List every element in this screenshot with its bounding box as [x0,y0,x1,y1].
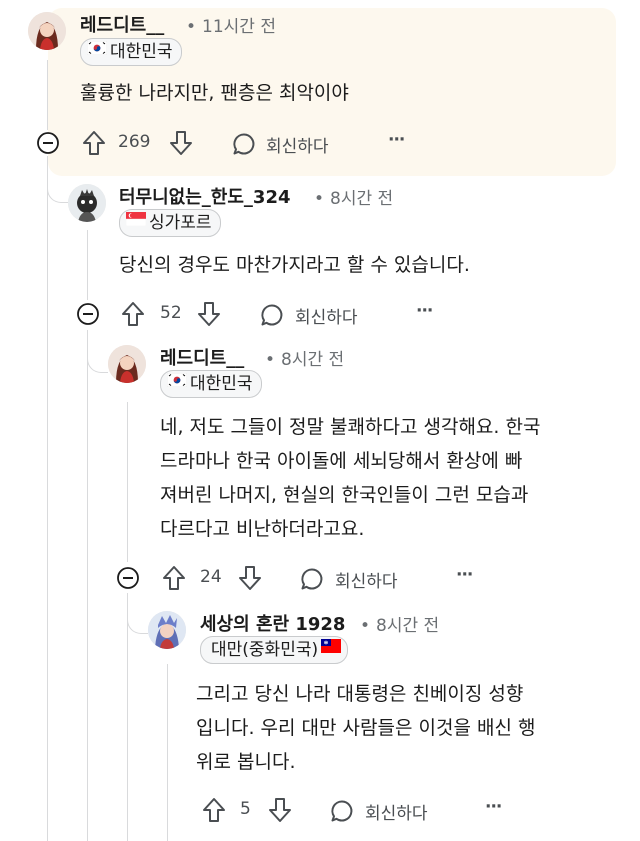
user-flair: 대만(중화민국) [200,635,349,664]
reply-button[interactable]: 회신하다 [295,303,358,328]
username[interactable]: 터무니없는_한도_324 [119,183,291,209]
user-flair: 대한민국 [80,38,182,66]
timestamp: • 8시간 전 [265,350,345,370]
thread-connector [87,330,108,373]
reply-icon[interactable] [300,567,324,595]
upvote-icon[interactable] [202,797,226,827]
upvote-icon[interactable] [82,130,106,160]
comment-line: 드라마나 한국 아이돌에 세뇌당해서 환상에 빠 [160,450,523,472]
thread-connector [127,593,148,634]
avatar[interactable] [68,184,106,222]
korea-flag-icon [166,369,188,395]
vote-count: 24 [200,567,222,587]
downvote-icon[interactable] [197,301,221,331]
upvote-icon[interactable] [162,565,186,595]
more-options-button[interactable]: ··· [485,797,502,817]
reply-icon[interactable] [330,799,354,827]
username[interactable]: 레드디트__ [160,344,244,370]
korea-flag-icon [86,37,108,63]
downvote-icon[interactable] [238,565,262,595]
comment-body: 훌륭한 나라지만, 팬층은 최악이야 [80,77,349,110]
thread-line [127,593,128,841]
comment-line: 입니다. 우리 대만 사람들은 이것을 배신 행 [196,717,536,739]
singapore-flag-icon [125,208,147,234]
username[interactable]: 세상의 혼란 1928 [200,610,345,636]
thread-line [87,330,88,841]
comment-line: 위로 봅니다. [196,751,296,773]
more-options-button[interactable]: ··· [416,301,433,321]
vote-count: 52 [160,303,182,323]
reply-button[interactable]: 회신하다 [335,567,398,592]
more-options-button[interactable]: ··· [456,565,473,585]
comment-body: 당신의 경우도 마찬가지라고 할 수 있습니다. [119,249,470,282]
timestamp: • 8시간 전 [360,616,440,636]
reply-button[interactable]: 회신하다 [266,132,329,157]
comment-body: 네, 저도 그들이 정말 불쾌하다고 생각해요. 한국 드라마나 한국 아이돌에… [160,410,540,546]
flair-label: 대한민국 [110,42,173,62]
reply-icon[interactable] [232,132,256,160]
comment-line: 다르다고 비난하더라고요. [160,518,365,540]
thread-line [167,664,168,841]
comment-line: 훌륭한 나라지만, 팬층은 최악이야 [80,82,349,104]
avatar[interactable] [28,12,66,50]
timestamp: • 11시간 전 [186,17,276,37]
user-flair: 대한민국 [160,370,262,398]
avatar[interactable] [108,345,146,383]
collapse-icon[interactable] [116,566,140,594]
flair-label: 싱가포르 [149,213,212,233]
vote-count: 5 [240,799,251,819]
downvote-icon[interactable] [268,797,292,827]
taiwan-flag-icon [321,635,342,661]
downvote-icon[interactable] [169,130,193,160]
username[interactable]: 레드디트__ [80,11,164,37]
flair-label: 대한민국 [190,374,253,394]
thread-line [47,60,48,130]
comment-line: 져버린 나머지, 현실의 한국인들이 그런 모습과 [160,484,529,506]
collapse-icon[interactable] [36,131,60,159]
upvote-icon[interactable] [121,301,145,331]
avatar[interactable] [148,611,186,649]
flair-label: 대만(중화민국) [211,640,319,660]
user-flair: 싱가포르 [119,209,221,237]
comment-line: 그리고 당신 나라 대통령은 친베이징 성향 [196,683,524,705]
reply-button[interactable]: 회신하다 [365,799,428,824]
reply-icon[interactable] [260,303,284,331]
thread-line [47,156,48,841]
comment-line: 당신의 경우도 마찬가지라고 할 수 있습니다. [119,254,470,276]
thread-line [87,230,88,300]
comment-line: 네, 저도 그들이 정말 불쾌하다고 생각해요. 한국 [160,416,541,438]
more-options-button[interactable]: ··· [388,130,405,150]
vote-count: 269 [118,132,151,152]
thread-line [127,402,128,562]
collapse-icon[interactable] [76,302,100,330]
timestamp: • 8시간 전 [314,189,394,209]
comment-body: 그리고 당신 나라 대통령은 친베이징 성향 입니다. 우리 대만 사람들은 이… [196,677,535,779]
thread-connector [47,160,68,203]
